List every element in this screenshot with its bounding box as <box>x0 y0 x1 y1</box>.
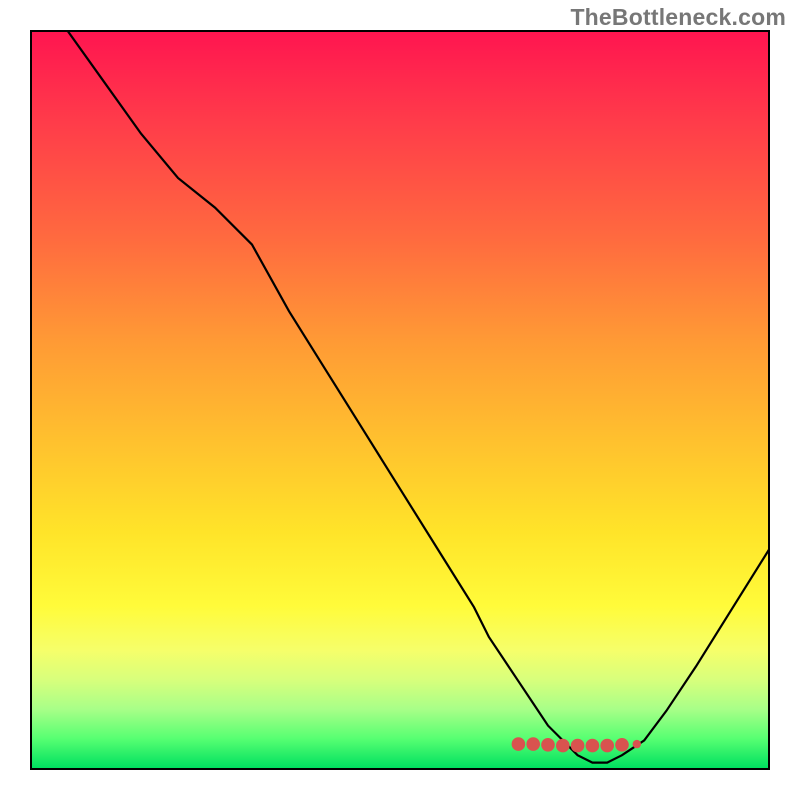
sweet-spot-dot <box>526 737 540 751</box>
sweet-spot-dot <box>600 739 614 753</box>
sweet-spot-dots <box>512 737 641 752</box>
sweet-spot-dot <box>615 738 629 752</box>
chart-container: TheBottleneck.com <box>0 0 800 800</box>
watermark-text: TheBottleneck.com <box>570 4 786 31</box>
sweet-spot-dot <box>633 740 641 748</box>
sweet-spot-dot <box>586 739 600 753</box>
sweet-spot-dot <box>556 739 570 753</box>
dots-layer <box>30 30 770 770</box>
sweet-spot-dot <box>541 738 555 752</box>
sweet-spot-dot <box>571 739 585 753</box>
sweet-spot-dot <box>512 737 526 751</box>
